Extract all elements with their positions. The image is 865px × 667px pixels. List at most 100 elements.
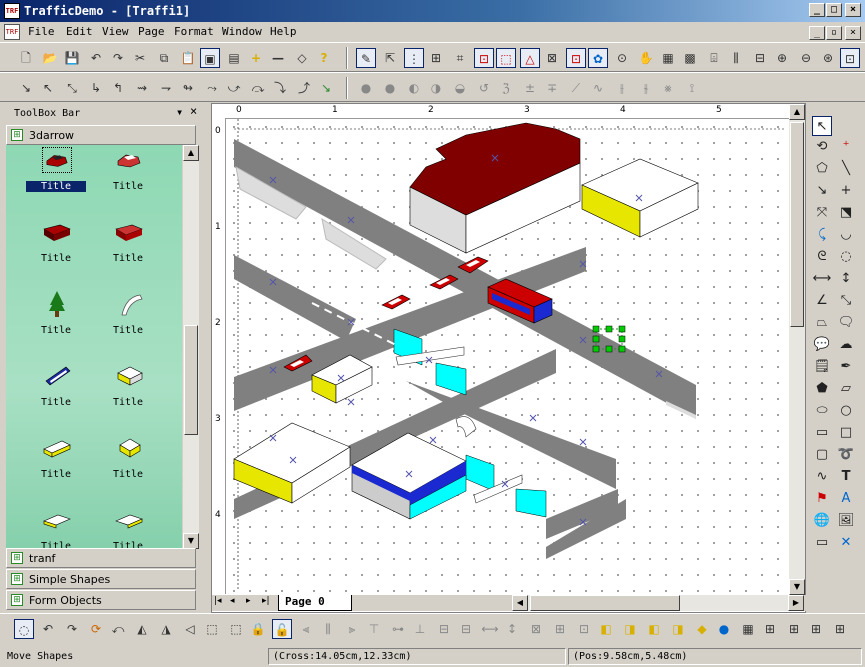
design-mode-icon[interactable]: ✎ bbox=[356, 48, 376, 68]
scroll-thumb[interactable] bbox=[530, 595, 680, 611]
close-panel-icon[interactable]: × bbox=[190, 104, 197, 118]
table-tool-icon[interactable]: ⊞ bbox=[760, 619, 780, 639]
ungroup-icon[interactable]: ⬚ bbox=[226, 619, 246, 639]
select-mode-icon[interactable]: ⇱ bbox=[380, 48, 400, 68]
link-straight-icon[interactable]: ↘ bbox=[16, 78, 36, 98]
arrange-icon[interactable]: ⊞ bbox=[830, 619, 850, 639]
link-jump-icon[interactable]: ⤵ bbox=[270, 78, 290, 98]
scroll-up-icon[interactable]: ▲ bbox=[183, 145, 199, 161]
scroll-left-icon[interactable]: ◀ bbox=[512, 595, 528, 611]
category-simple-shapes[interactable]: ⊞ Simple Shapes bbox=[6, 569, 196, 589]
help-icon[interactable]: ? bbox=[314, 48, 334, 68]
zoom-fit-icon[interactable]: ⊡ bbox=[840, 48, 860, 68]
fit-icon[interactable]: ⊟ bbox=[750, 48, 770, 68]
layer-icon[interactable]: ▩ bbox=[680, 48, 700, 68]
shape-yellow-cube[interactable]: Title bbox=[98, 433, 158, 493]
save-icon[interactable]: 💾 bbox=[62, 48, 82, 68]
page-tab[interactable]: Page 0 bbox=[278, 595, 352, 611]
link-green-icon[interactable]: ↘ bbox=[316, 78, 336, 98]
hand-icon[interactable]: ✋ bbox=[636, 48, 656, 68]
send-back-icon[interactable]: ◨ bbox=[620, 619, 640, 639]
remove-icon[interactable]: — bbox=[268, 48, 288, 68]
link-break-icon[interactable]: ⤼ bbox=[248, 78, 268, 98]
arc-icon[interactable]: ◡ bbox=[836, 225, 856, 245]
zoom-in-icon[interactable]: ⊕ bbox=[772, 48, 792, 68]
align-icon[interactable]: ⌹ bbox=[704, 48, 724, 68]
zoom-out-icon[interactable]: ⊖ bbox=[796, 48, 816, 68]
blob-icon[interactable]: ◌ bbox=[836, 247, 856, 267]
dimension-h-icon[interactable]: ⟷ bbox=[812, 269, 832, 289]
rotate-select-icon[interactable]: ⟲ bbox=[812, 137, 832, 157]
lock-icon[interactable]: 🔒 bbox=[248, 619, 268, 639]
trapezoid-icon[interactable]: ⏢ bbox=[812, 313, 832, 333]
shape-flat-tile[interactable]: Title bbox=[26, 505, 86, 549]
menu-edit[interactable]: Edit bbox=[66, 25, 93, 38]
flip-h-icon[interactable]: ◭ bbox=[132, 619, 152, 639]
link-free-icon[interactable]: ⤴ bbox=[294, 78, 314, 98]
arrow-line-icon[interactable]: ↘ bbox=[812, 181, 832, 201]
link-double-icon[interactable]: ⤡ bbox=[62, 78, 82, 98]
menu-format[interactable]: Format bbox=[174, 25, 214, 38]
square-icon[interactable]: □ bbox=[836, 423, 856, 443]
color-icon[interactable]: ● bbox=[714, 619, 734, 639]
link-arc-icon[interactable]: ⤻ bbox=[224, 78, 244, 98]
link-reverse-icon[interactable]: ↖ bbox=[38, 78, 58, 98]
bubble-icon[interactable]: 💬 bbox=[812, 335, 832, 355]
menu-window[interactable]: Window bbox=[222, 25, 262, 38]
shape-yellow-bar[interactable]: Title bbox=[26, 433, 86, 493]
shape-tree[interactable]: Title bbox=[26, 289, 86, 349]
link-icon[interactable]: ✿ bbox=[588, 48, 608, 68]
scroll-track[interactable] bbox=[528, 595, 788, 611]
toolbox-scrollbar[interactable]: ▲ ▼ bbox=[183, 145, 199, 549]
gallery-icon[interactable]: ▦ bbox=[738, 619, 758, 639]
text-icon[interactable]: T bbox=[836, 467, 856, 487]
bounds-icon[interactable]: ⊡ bbox=[566, 48, 586, 68]
scroll-right-icon[interactable]: ▶ bbox=[788, 595, 804, 611]
open-icon[interactable]: 📂 bbox=[40, 48, 60, 68]
link-orth-icon[interactable]: ↳ bbox=[86, 78, 106, 98]
link-bezier-icon[interactable]: ⤳ bbox=[202, 78, 222, 98]
rotate-left-icon[interactable]: ↶ bbox=[38, 619, 58, 639]
drawing-canvas[interactable] bbox=[226, 119, 790, 595]
pen-icon[interactable]: ✒ bbox=[836, 357, 856, 377]
fill-icon[interactable]: ◆ bbox=[692, 619, 712, 639]
category-tranf[interactable]: ⊞ tranf bbox=[6, 548, 196, 568]
shape-blue-sign[interactable]: Title bbox=[26, 361, 86, 421]
delete-icon[interactable]: ✕ bbox=[836, 533, 856, 553]
menu-page[interactable]: Page bbox=[138, 25, 165, 38]
zoom-icon[interactable]: ⊙ bbox=[612, 48, 632, 68]
distribute-icon[interactable]: ⫼ bbox=[726, 48, 746, 68]
layout-icon[interactable]: ⊞ bbox=[806, 619, 826, 639]
pin-icon[interactable]: ▾ bbox=[176, 105, 183, 119]
point-add-icon[interactable]: ⁺ bbox=[836, 137, 856, 157]
unlock-icon[interactable]: 🔓 bbox=[272, 619, 292, 639]
rotate-90-icon[interactable]: ⤺ bbox=[108, 619, 128, 639]
connect-point-icon[interactable]: ⊡ bbox=[474, 48, 494, 68]
lasso-icon[interactable]: ◌ bbox=[14, 619, 34, 639]
link-step-icon[interactable]: ⇁ bbox=[156, 78, 176, 98]
menu-file[interactable]: File bbox=[28, 25, 55, 38]
snap-point-icon[interactable]: ⌗ bbox=[450, 48, 470, 68]
flip-v-icon[interactable]: ◮ bbox=[156, 619, 176, 639]
prev-page-icon[interactable]: ◂ bbox=[230, 596, 235, 606]
car[interactable] bbox=[381, 294, 411, 310]
factory-building[interactable] bbox=[409, 122, 581, 254]
banner-icon[interactable]: ⏥ bbox=[836, 379, 856, 399]
eraser-icon[interactable]: ◇ bbox=[292, 48, 312, 68]
wave-icon[interactable]: ∿ bbox=[812, 467, 832, 487]
undo-icon[interactable]: ↶ bbox=[86, 48, 106, 68]
note-icon[interactable]: 🗒 bbox=[812, 357, 832, 377]
spiral-icon[interactable]: ᘓ bbox=[812, 247, 832, 267]
shape-red-car-dark[interactable]: Title bbox=[26, 145, 86, 205]
cross-icon[interactable]: + bbox=[836, 181, 856, 201]
menu-help[interactable]: Help bbox=[270, 25, 297, 38]
rotate-right-icon[interactable]: ↷ bbox=[62, 619, 82, 639]
globe-icon[interactable]: 🌐 bbox=[812, 511, 832, 531]
bring-forward-icon[interactable]: ◧ bbox=[644, 619, 664, 639]
shape-flat-slab[interactable]: Title bbox=[98, 505, 158, 549]
minimize-button[interactable]: _ bbox=[809, 3, 825, 17]
shape-curved-road[interactable]: Title bbox=[98, 289, 158, 349]
rotate-handle-icon[interactable]: ⬚ bbox=[496, 48, 516, 68]
bring-front-icon[interactable]: ◧ bbox=[596, 619, 616, 639]
properties-icon[interactable]: ▦ bbox=[658, 48, 678, 68]
